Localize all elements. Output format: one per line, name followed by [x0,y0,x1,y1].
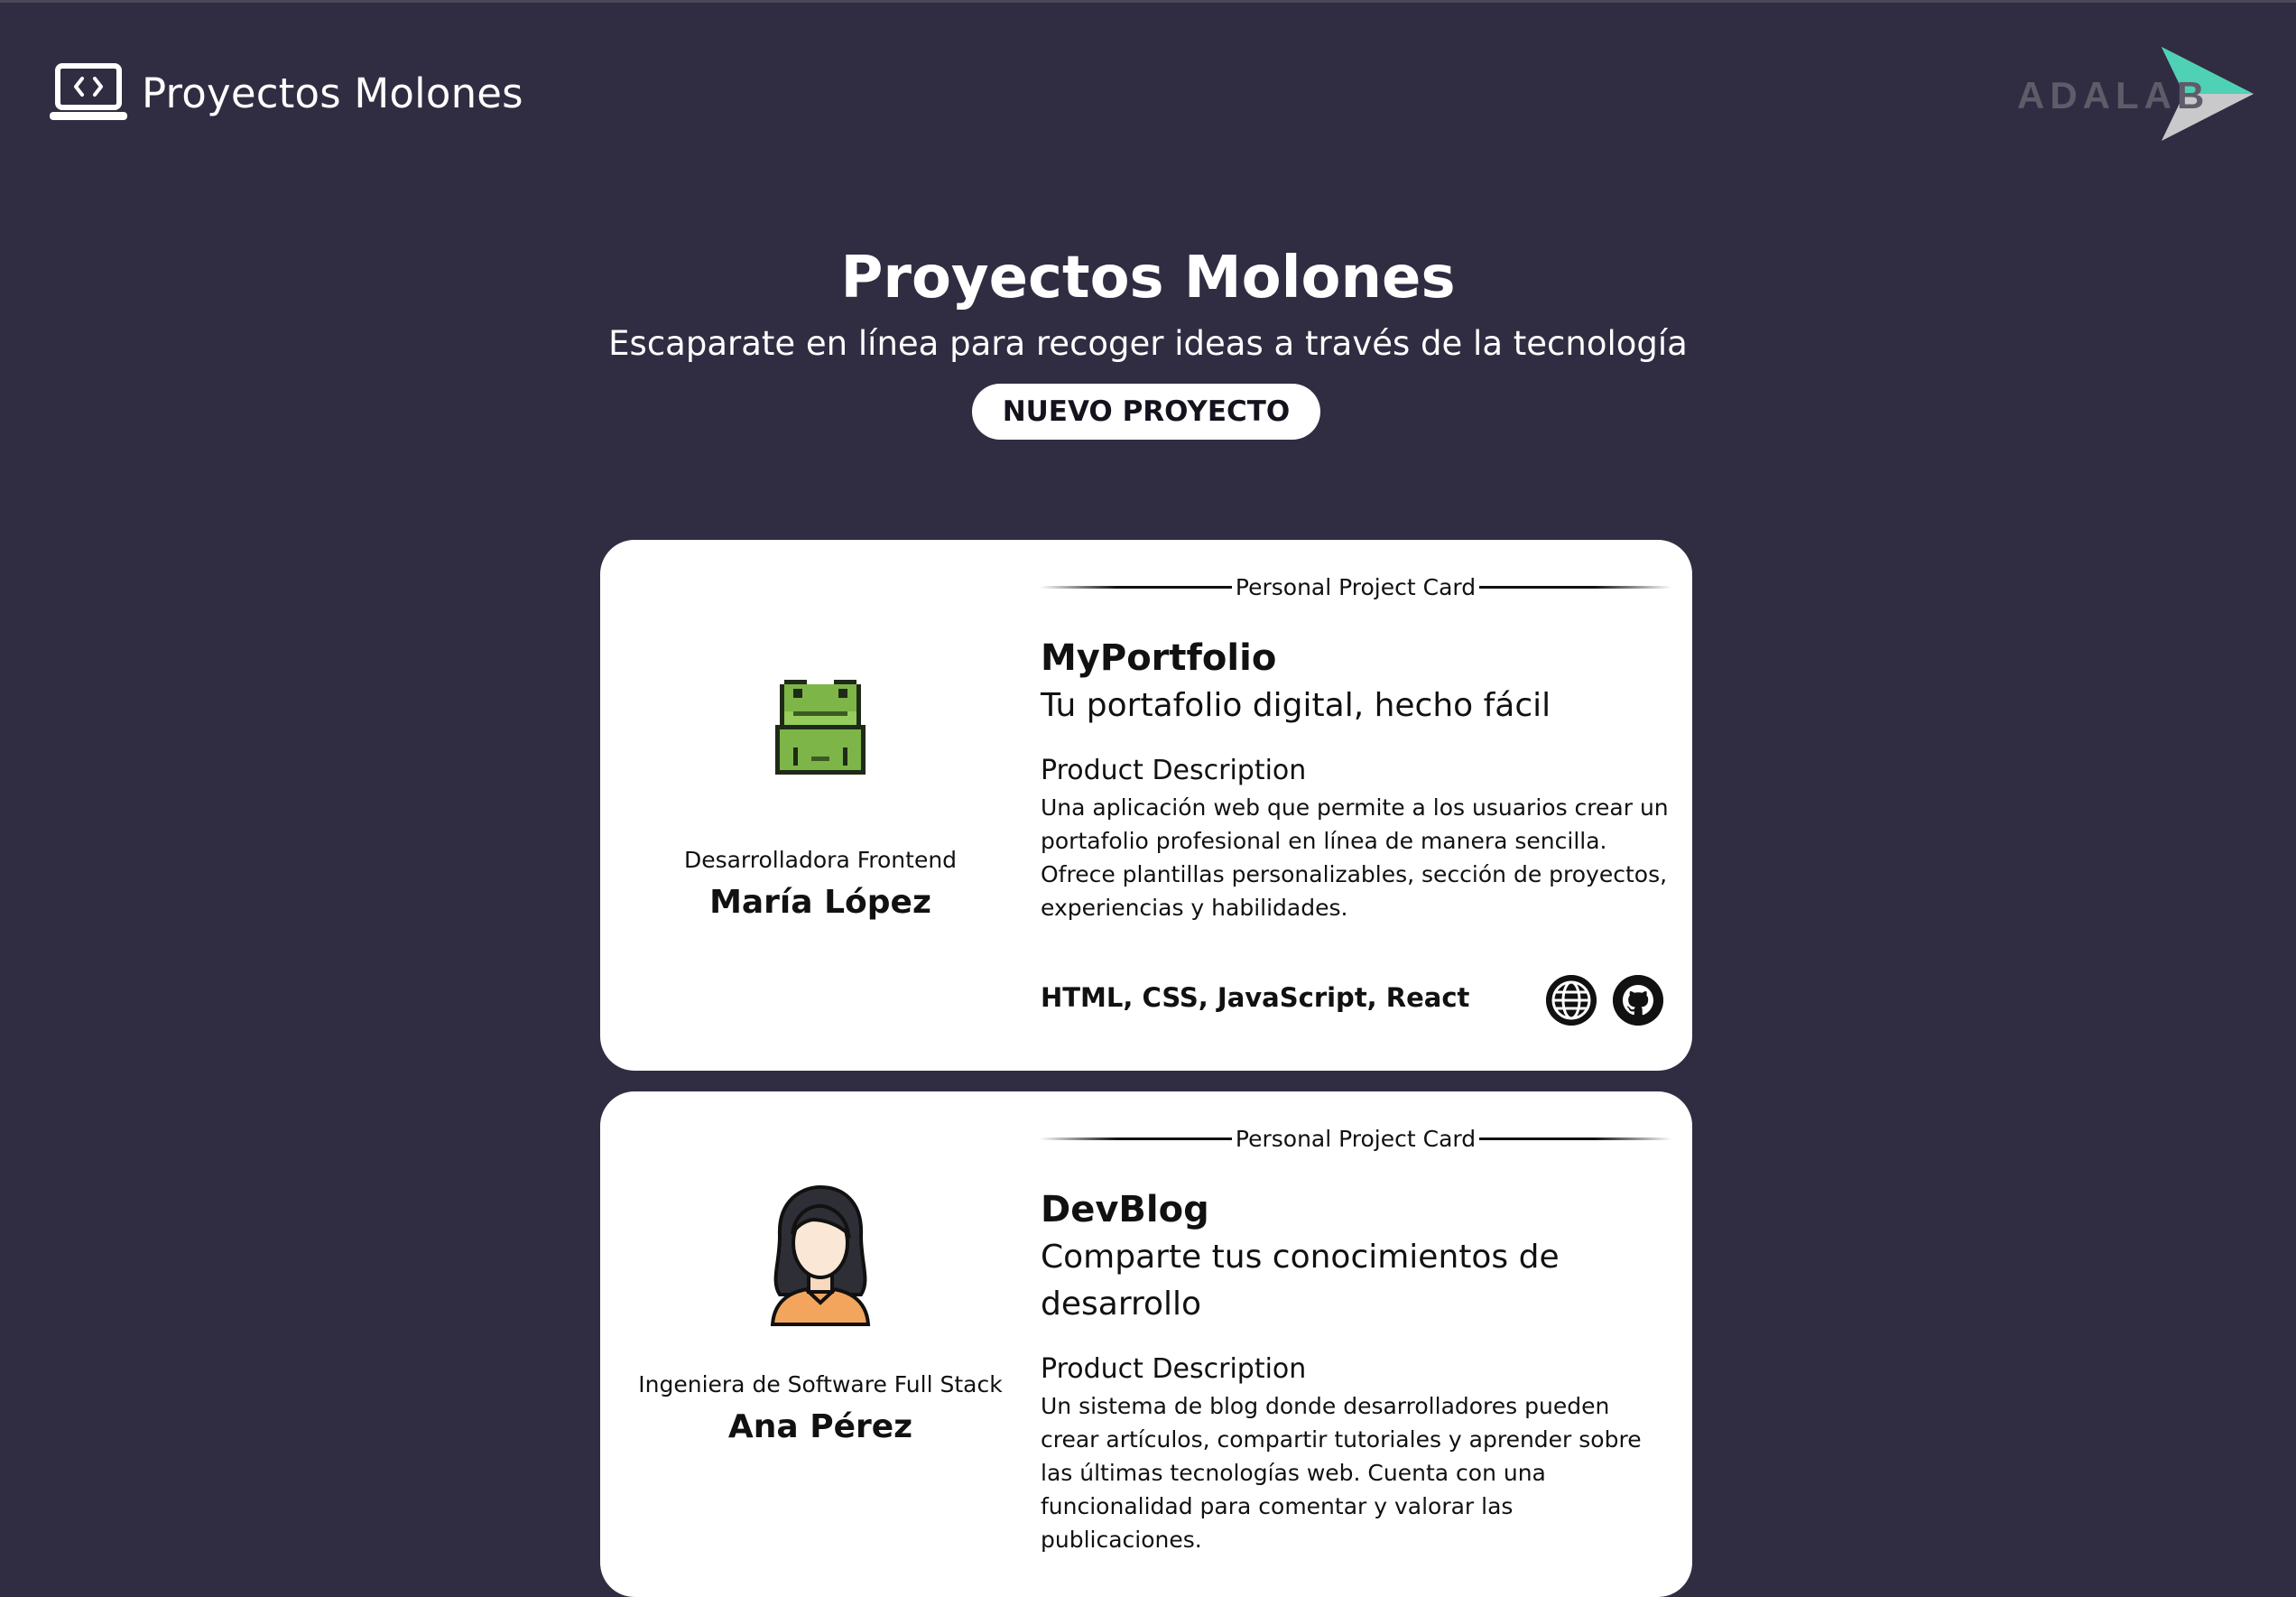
description-title: Product Description [1041,755,1307,786]
project-name: DevBlog [1041,1189,1209,1230]
project-slogan: Comparte tus conocimientos de desarrollo [1041,1239,1560,1323]
project-technologies: HTML, CSS, JavaScript, React [1041,982,1470,1013]
author-job: Ingeniera de Software Full Stack [638,1371,1003,1397]
divider [1479,586,1671,589]
woman-avatar-icon [770,1184,871,1326]
globe-icon[interactable] [1546,975,1597,1026]
card-label: Personal Project Card [1235,1126,1477,1152]
author-job: Desarrolladora Frontend [683,847,958,873]
card-label-row: Personal Project Card [1040,1126,1671,1152]
project-description: Una aplicación web que permite a los usu… [1041,794,1669,921]
brand-link[interactable]: Proyectos Molones [50,63,523,123]
brand-label: Proyectos Molones [142,69,523,117]
divider [1479,1137,1671,1140]
card-author: Desarrolladora Frontend María López [600,657,1041,921]
page-title: Proyectos Molones [840,244,1456,311]
laptop-code-icon [50,63,127,120]
description-title: Product Description [1041,1353,1307,1385]
divider [1040,1137,1232,1140]
project-name: MyPortfolio [1041,637,1277,679]
divider [1040,586,1232,589]
project-card: Personal Project Card Ingeniera de Softw… [600,1091,1692,1597]
card-label: Personal Project Card [1235,574,1477,600]
card-label-row: Personal Project Card [1040,574,1671,600]
card-content: DevBlog Comparte tus conocimientos de de… [1041,1187,1672,1556]
page-subtitle: Escaparate en línea para recoger ideas a… [608,324,1688,363]
frog-pixel-icon [775,680,866,775]
author-name: María López [709,884,931,921]
adalab-logo-text: ADALAB [2017,74,2209,116]
card-content: MyPortfolio Tu portafolio digital, hecho… [1041,636,1672,924]
card-footer: HTML, CSS, JavaScript, React [1041,975,1663,1029]
github-icon[interactable] [1613,975,1663,1026]
adalab-logo: ADALAB [2017,47,2254,141]
new-project-button[interactable]: NUEVO PROYECTO [972,384,1320,440]
site-header: Proyectos Molones ADALAB [0,0,2296,190]
project-card: Personal Project Card Desarrolladora Fro… [600,540,1692,1071]
project-slogan: Tu portafolio digital, hecho fácil [1041,687,1551,724]
project-description: Un sistema de blog donde desarrolladores… [1041,1393,1642,1553]
author-name: Ana Pérez [727,1408,913,1445]
card-author: Ingeniera de Software Full Stack Ana Pér… [600,1182,1041,1445]
